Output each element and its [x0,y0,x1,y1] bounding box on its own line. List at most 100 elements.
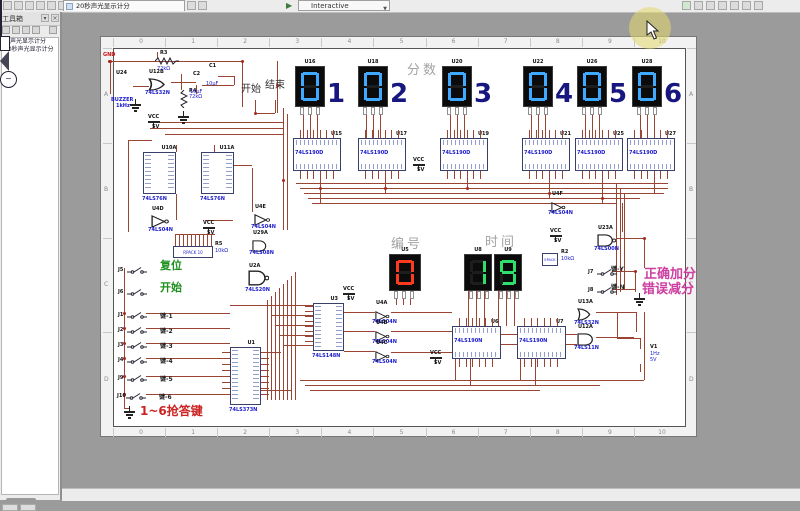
search-icon[interactable] [49,26,57,34]
ruler-tick [426,38,427,47]
ruler-column-label: 0 [137,429,145,436]
ruler-column-label: 2 [241,429,249,436]
toolbox-toolbar [0,25,60,36]
ruler-tick [103,48,112,49]
ruler-tick [103,238,112,239]
print-icon[interactable] [36,1,45,10]
analyses-icon[interactable] [730,1,739,10]
ruler-column-label: 7 [502,38,510,45]
active-document-tab-label: 20秒声光显示计分 [76,2,130,10]
save-icon[interactable] [25,1,34,10]
design-tree-item[interactable]: 20秒声光显示计分 [2,46,58,54]
ruler-tick [478,428,479,437]
ruler-column-label: 10 [658,429,666,436]
new-icon[interactable] [3,1,12,10]
ruler-column-label: 8 [554,38,562,45]
ruler-tick [165,38,166,47]
ruler-tick [165,428,166,437]
toolbox-panel: 工具箱 ▾ × 秒声光显示计分 20秒声光显示计分 [0,12,62,500]
settings-icon[interactable] [742,1,751,10]
ruler-column-label: 3 [293,429,301,436]
ruler-tick [373,38,374,47]
ruler-row-label: A [689,91,693,98]
ruler-column-label: 9 [606,38,614,45]
ruler-row-label: A [104,91,108,98]
ruler-column-label: 5 [398,429,406,436]
ruler-column-label: 8 [554,429,562,436]
ruler-row-label: D [689,376,694,383]
ruler-column-label: 4 [345,429,353,436]
ruler-tick [321,428,322,437]
place-part-icon[interactable] [187,1,196,10]
ruler-tick [582,38,583,47]
ruler-tick [269,38,270,47]
id-section-title: 编号 [391,233,423,252]
simulate-run-icon[interactable]: ▶ [286,1,292,11]
ruler-tick [113,38,114,47]
ruler-tick [269,428,270,437]
ruler-tick [687,48,696,49]
simulation-profile-label: Interactive [311,2,349,10]
sidebar-mini-tab[interactable] [20,504,36,511]
schematic-doc-icon [66,3,73,10]
design-tree-item[interactable]: 秒声光显示计分 [2,38,58,46]
ruler-tick [217,38,218,47]
ruler-column-label: 0 [137,38,145,45]
ruler-row-label: B [689,186,693,193]
panel-close-button[interactable]: × [51,14,59,22]
time-section-title: 时间 [485,231,517,250]
hierarchy-icon[interactable] [2,26,10,34]
ruler-column-label: 7 [502,429,510,436]
new-item-icon[interactable] [12,26,20,34]
chevron-down-icon: ▼ [383,4,387,15]
ruler-column-label: 5 [398,38,406,45]
ruler-column-label: 2 [241,38,249,45]
ruler-tick [103,332,112,333]
cut-icon[interactable] [47,1,56,10]
ruler-column-label: 9 [606,429,614,436]
stop-icon[interactable] [706,1,715,10]
mouse-cursor [646,20,660,40]
refresh-icon[interactable] [32,26,40,34]
ruler-tick [687,332,696,333]
open-item-icon[interactable] [22,26,30,34]
ruler-tick [217,428,218,437]
ruler-tick [478,38,479,47]
run-icon[interactable] [682,1,691,10]
ruler-column-label: 4 [345,38,353,45]
ruler-column-label: 6 [450,38,458,45]
ruler-tick [582,428,583,437]
score-section-title: 分数 [407,59,439,78]
help-icon[interactable] [754,1,763,10]
ruler-tick [687,238,696,239]
active-document-tab[interactable]: 20秒声光显示计分 [63,0,185,11]
ruler-column-label: 6 [450,429,458,436]
ruler-tick [103,143,112,144]
ruler-tick [321,38,322,47]
document-tab-bar [62,488,800,501]
design-tree: 秒声光显示计分 20秒声光显示计分 [1,37,59,495]
ruler-tick [634,428,635,437]
open-icon[interactable] [14,1,23,10]
probe-icon[interactable] [198,1,207,10]
toolbox-title: 工具箱 [2,14,23,24]
ruler-row-label: D [104,376,109,383]
ruler-row-label: B [104,186,108,193]
ruler-tick [687,143,696,144]
ruler-row-label: C [689,281,693,288]
toolbox-header: 工具箱 ▾ × [0,12,60,26]
ruler-tick [373,428,374,437]
pause-icon[interactable] [694,1,703,10]
ruler-column-label: 3 [293,38,301,45]
ruler-tick [530,38,531,47]
panel-minimize-button[interactable]: ▾ [41,14,49,22]
simulation-profile-dropdown[interactable]: Interactive ▼ [298,0,390,11]
sidebar-scrollbar-thumb[interactable] [6,498,36,502]
ruler-column-label: 1 [189,429,197,436]
ruler-row-label: C [104,281,108,288]
ruler-tick [426,428,427,437]
ruler-tick [530,428,531,437]
ruler-column-label: 1 [189,38,197,45]
sidebar-mini-tab[interactable] [2,504,18,511]
instrument-icon[interactable] [718,1,727,10]
